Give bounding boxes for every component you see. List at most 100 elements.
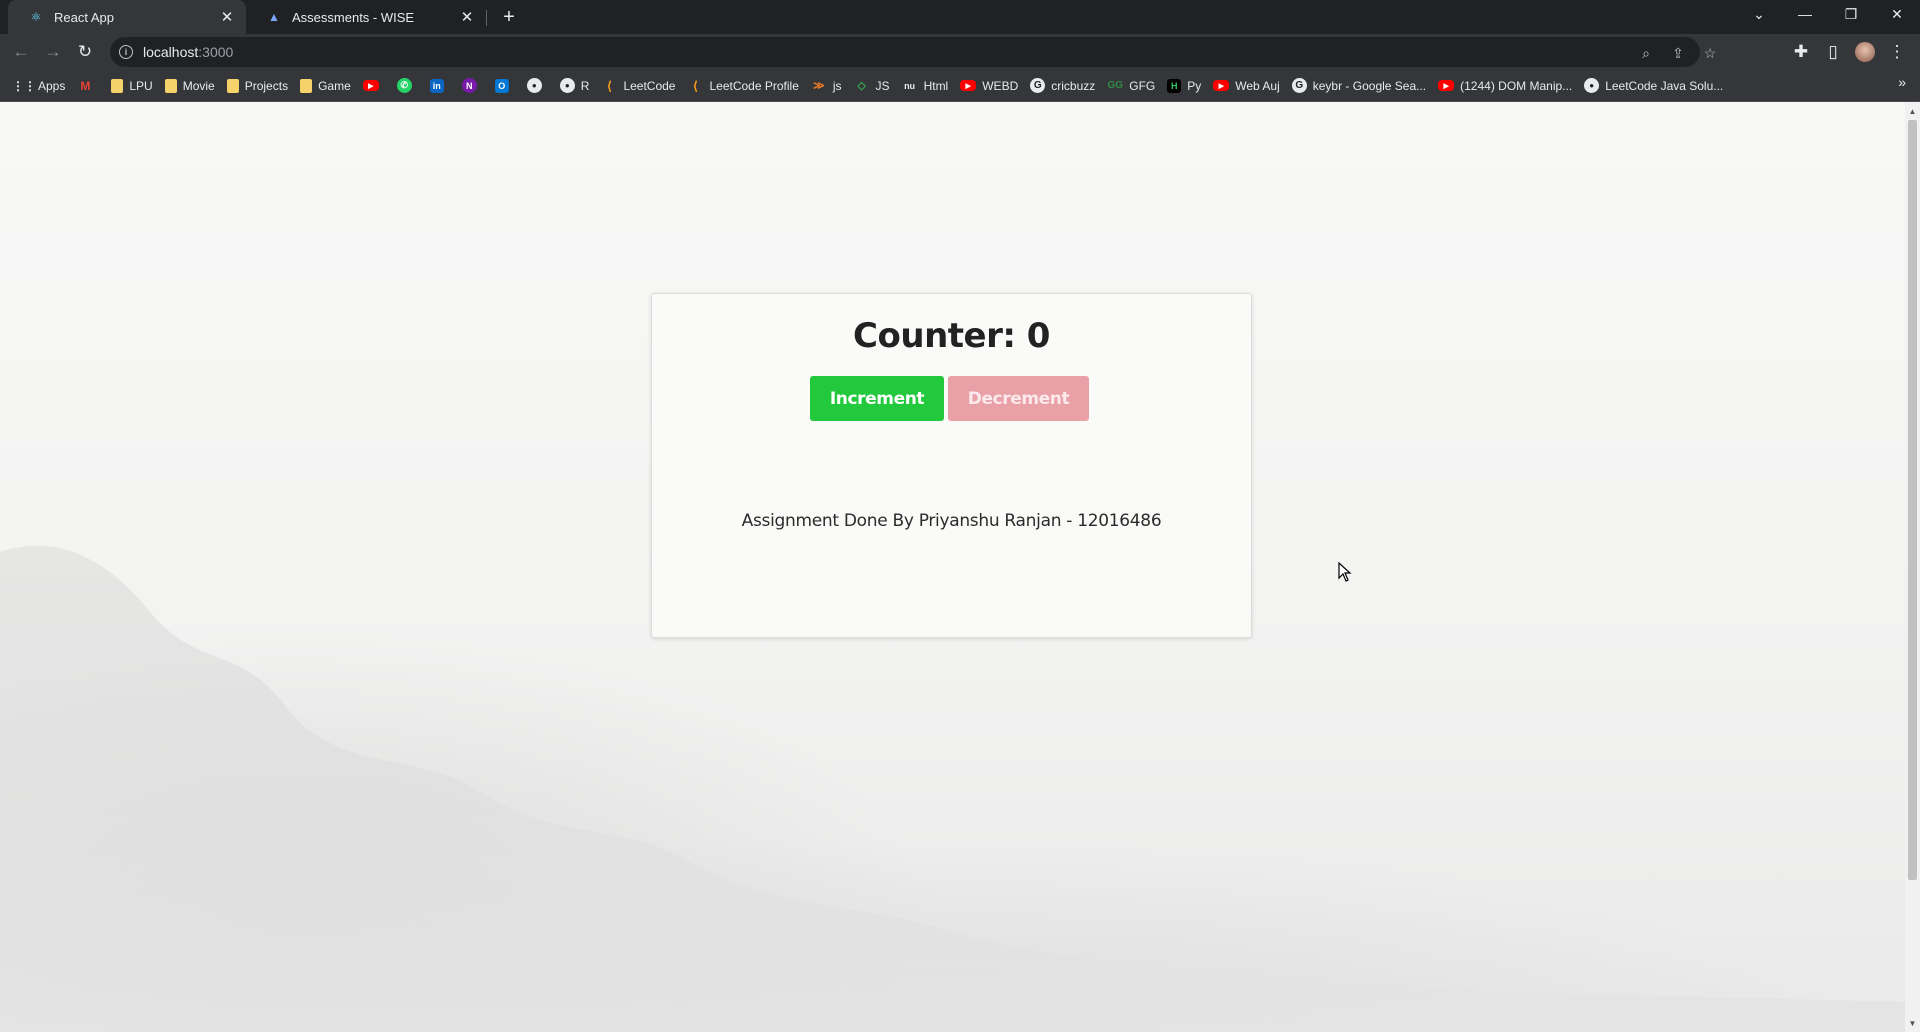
bookmark-leetcode-java[interactable]: ● LeetCode Java Solu...	[1580, 74, 1731, 98]
youtube-icon: ▶	[1213, 80, 1230, 91]
bookmark-lpu[interactable]: LPU	[107, 74, 160, 98]
mouse-cursor-icon	[1338, 562, 1352, 582]
bookmark-projects[interactable]: Projects	[223, 74, 296, 98]
bookmark-label: WEBD	[982, 78, 1019, 93]
page-viewport: Counter: 0 Increment Decrement Assignmen…	[0, 102, 1905, 1032]
bookmark-whatsapp[interactable]: ✆	[393, 74, 426, 98]
vertical-scrollbar[interactable]: ▲ ▼	[1905, 102, 1920, 1032]
bookmark-html[interactable]: nu Html	[898, 74, 957, 98]
forward-button[interactable]: →	[39, 38, 67, 66]
bookmark-label: Apps	[38, 78, 66, 93]
leetcode-icon: ⟨	[607, 78, 612, 93]
credit-text: Assignment Done By Priyanshu Ranjan - 12…	[741, 511, 1162, 531]
back-button[interactable]: ←	[7, 38, 35, 66]
restore-button[interactable]: ❐	[1828, 0, 1874, 28]
bookmark-dom-manip[interactable]: ▶ (1244) DOM Manip...	[1434, 74, 1580, 98]
bookmark-label: js	[832, 78, 842, 93]
share-icon[interactable]: ⇪	[1668, 43, 1688, 63]
outlook-icon: O	[494, 78, 509, 93]
folder-icon	[111, 78, 124, 93]
bookmark-label: Web Auj	[1235, 78, 1280, 93]
zoom-icon[interactable]: ⌕	[1636, 43, 1656, 63]
bookmark-cricbuzz[interactable]: Gcricbuzz	[1026, 74, 1103, 98]
close-icon[interactable]: ✕	[458, 8, 476, 26]
bookmark-js-upper[interactable]: ◇ JS	[850, 74, 898, 98]
minimize-button[interactable]: —	[1782, 0, 1828, 28]
tab-react-app[interactable]: ⚛ React App ✕	[8, 0, 246, 34]
bookmark-label: LeetCode Java Solu...	[1605, 78, 1724, 93]
bookmark-label: keybr - Google Sea...	[1312, 78, 1427, 93]
bookmark-leetcode[interactable]: ⟨ LeetCode	[597, 74, 683, 98]
google-icon: G	[1030, 78, 1046, 93]
github-icon: ●	[1584, 78, 1600, 93]
whatsapp-icon: ✆	[396, 78, 412, 93]
extensions-icon[interactable]: ✚	[1787, 38, 1815, 66]
bookmark-gmail[interactable]: M	[73, 74, 107, 98]
bookmark-onenote[interactable]: N	[458, 74, 491, 98]
wise-icon: ▲	[268, 10, 280, 24]
close-window-button[interactable]: ✕	[1874, 0, 1920, 28]
bookmark-js-lower[interactable]: ≫ js	[807, 74, 850, 98]
new-tab-button[interactable]: +	[496, 6, 522, 28]
folder-icon	[164, 78, 177, 93]
youtube-icon: ▶	[1438, 80, 1455, 91]
bookmarks-overflow-icon[interactable]: »	[1898, 74, 1906, 90]
gmail-icon: M	[80, 78, 91, 93]
nu-icon: nu	[904, 80, 916, 91]
bookmark-game[interactable]: Game	[296, 74, 359, 98]
avatar[interactable]	[1851, 38, 1879, 66]
increment-button[interactable]: Increment	[810, 376, 944, 421]
bookmark-label: Movie	[182, 78, 215, 93]
react-icon: ⚛	[30, 10, 42, 24]
bookmark-label: LPU	[129, 78, 153, 93]
bookmark-label: LeetCode	[623, 78, 676, 93]
close-icon[interactable]: ✕	[218, 8, 236, 26]
tab-title: React App	[54, 9, 114, 25]
scroll-thumb[interactable]	[1908, 120, 1917, 880]
folder-icon	[226, 78, 239, 93]
bookmark-movie[interactable]: Movie	[161, 74, 223, 98]
onenote-icon: N	[461, 78, 477, 93]
bookmark-web-auj[interactable]: ▶ Web Auj	[1209, 74, 1287, 98]
url-host: localhost	[143, 44, 199, 60]
info-icon[interactable]: i	[119, 45, 133, 59]
bookmark-label: Py	[1187, 78, 1202, 93]
bookmark-keybr[interactable]: Gkeybr - Google Sea...	[1288, 74, 1434, 98]
bookmark-r[interactable]: ● R	[556, 74, 598, 98]
bookmark-py[interactable]: H Py	[1163, 74, 1209, 98]
browser-toolbar: ← → ↻ i localhost:3000 ⌕ ⇪ ☆ ✚ ▯ ⋮	[0, 34, 1920, 70]
tab-assessments-wise[interactable]: ▲ Assessments - WISE ✕	[246, 0, 486, 34]
bookmark-linkedin[interactable]: in	[426, 74, 458, 98]
bookmark-webd[interactable]: ▶ WEBD	[956, 74, 1026, 98]
tab-search-button[interactable]: ⌄	[1736, 0, 1782, 28]
bookmarks-bar: ⋮⋮ Apps M LPU Movie Projects Game ▶ ✆ in …	[0, 70, 1920, 102]
bookmark-youtube[interactable]: ▶	[359, 74, 393, 98]
bookmark-gfg[interactable]: GG GFG	[1103, 74, 1163, 98]
bookmark-outlook[interactable]: O	[491, 74, 523, 98]
apps-grid-icon: ⋮⋮	[12, 78, 36, 93]
side-panel-icon[interactable]: ▯	[1819, 38, 1847, 66]
bookmark-github[interactable]: ●	[523, 74, 556, 98]
github-icon: ●	[559, 78, 575, 93]
bookmark-label: JS	[875, 78, 890, 93]
bookmark-label: (1244) DOM Manip...	[1460, 78, 1573, 93]
scroll-down-icon[interactable]: ▼	[1905, 1016, 1920, 1030]
bookmark-apps[interactable]: ⋮⋮ Apps	[12, 74, 73, 98]
tab-title: Assessments - WISE	[292, 9, 415, 25]
decrement-button[interactable]: Decrement	[948, 376, 1089, 421]
folder-icon	[300, 78, 313, 93]
star-icon[interactable]: ☆	[1700, 43, 1720, 63]
scroll-up-icon[interactable]: ▲	[1905, 104, 1920, 118]
hackerrank-icon: H	[1167, 78, 1182, 93]
bookmark-leetcode-profile[interactable]: ⟨ LeetCode Profile	[683, 74, 806, 98]
bookmark-label: GFG	[1129, 78, 1156, 93]
menu-icon[interactable]: ⋮	[1883, 38, 1911, 66]
gfg-icon: GG	[1107, 80, 1124, 91]
reload-button[interactable]: ↻	[71, 38, 99, 66]
bookmark-label: Game	[318, 78, 351, 93]
github-icon: ●	[526, 78, 542, 93]
bookmark-label: Html	[923, 78, 949, 93]
linkedin-icon: in	[429, 78, 444, 93]
counter-heading: Counter: 0	[853, 316, 1050, 356]
address-bar[interactable]: i localhost:3000 ⌕ ⇪ ☆	[110, 37, 1716, 67]
